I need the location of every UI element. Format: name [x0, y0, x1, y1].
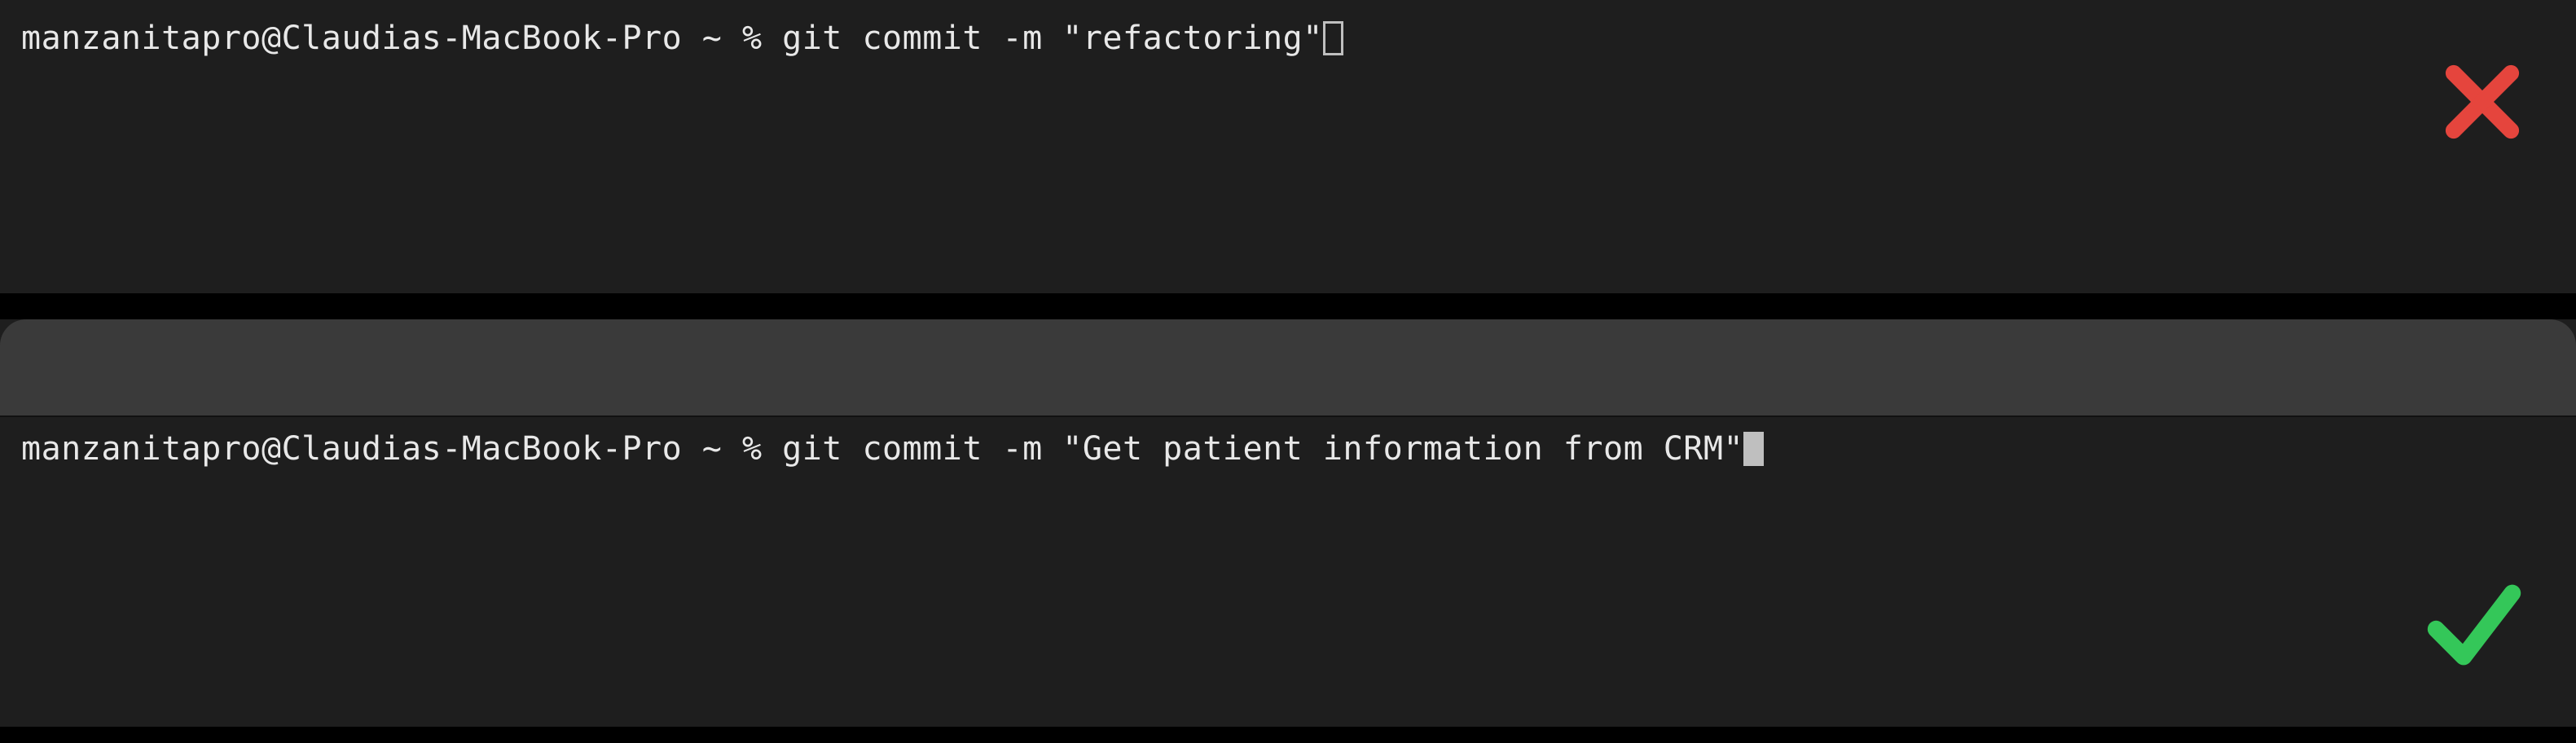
text-cursor — [1743, 432, 1764, 466]
window-titlebar — [0, 319, 2576, 417]
prompt-and-command: manzanitapro@Claudias-MacBook-Pro ~ % gi… — [21, 430, 1743, 468]
pane-gap — [0, 293, 2576, 319]
text-cursor — [1323, 21, 1343, 55]
command-line: manzanitapro@Claudias-MacBook-Pro ~ % gi… — [21, 429, 2555, 469]
terminal-pane-good[interactable]: manzanitapro@Claudias-MacBook-Pro ~ % gi… — [0, 319, 2576, 727]
terminal-pane-bad[interactable]: manzanitapro@Claudias-MacBook-Pro ~ % gi… — [0, 0, 2576, 293]
x-icon — [2438, 57, 2527, 147]
terminal-comparison: manzanitapro@Claudias-MacBook-Pro ~ % gi… — [0, 0, 2576, 727]
command-line: manzanitapro@Claudias-MacBook-Pro ~ % gi… — [21, 18, 2555, 59]
prompt-and-command: manzanitapro@Claudias-MacBook-Pro ~ % gi… — [21, 20, 1323, 57]
check-icon — [2421, 572, 2527, 678]
